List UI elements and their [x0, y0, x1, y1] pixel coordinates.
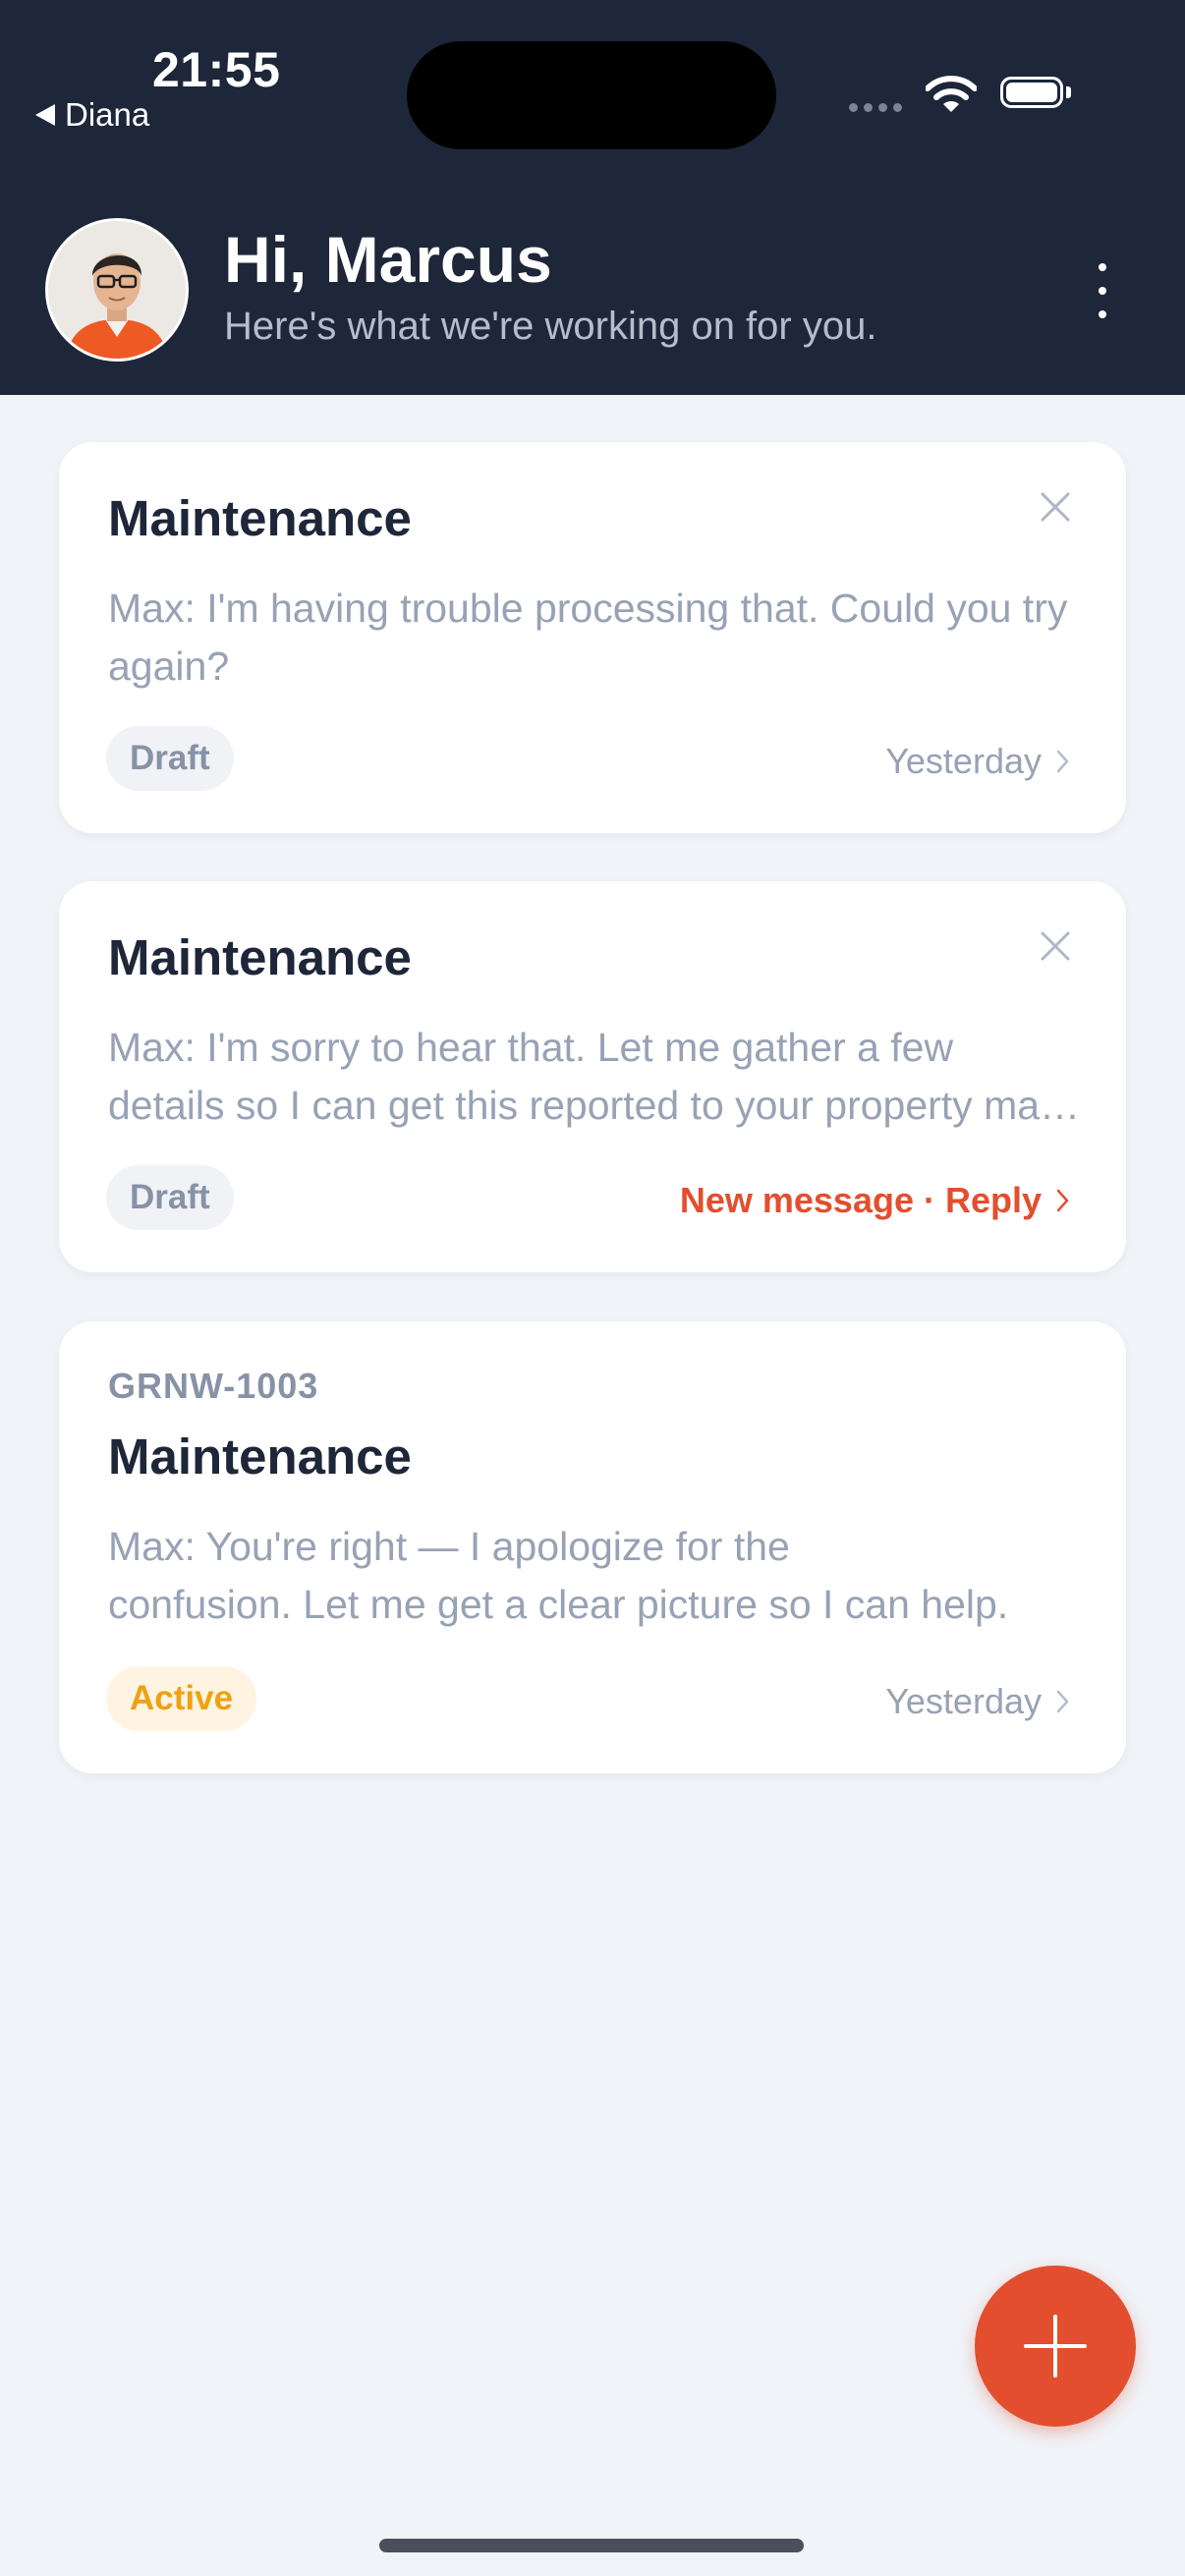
greeting-title: Hi, Marcus	[224, 223, 552, 296]
close-icon[interactable]	[1038, 928, 1073, 964]
card-message-preview: Max: You're right — I apologize for the …	[108, 1518, 1091, 1634]
card-preview-line: Max: I'm sorry to hear that. Let me gath…	[108, 1025, 954, 1070]
status-bar-time: 21:55	[152, 42, 281, 97]
user-avatar[interactable]	[45, 218, 189, 362]
request-reference: GRNW-1003	[108, 1366, 319, 1406]
card-preview-line: details so I can get this reported to yo…	[108, 1083, 1091, 1128]
request-card[interactable]: GRNW-1003 Maintenance Max: You're right …	[59, 1321, 1126, 1773]
card-meta[interactable]: Yesterday	[885, 741, 1071, 782]
card-preview-line: Max: You're right — I apologize for the	[108, 1524, 790, 1569]
chevron-right-icon	[1056, 1690, 1069, 1713]
new-message-reply-label: New message · Reply	[679, 1180, 1042, 1220]
card-timestamp: Yesterday	[885, 741, 1042, 781]
back-to-app-button[interactable]: Diana	[35, 96, 149, 134]
battery-icon	[1000, 77, 1075, 114]
home-indicator[interactable]	[379, 2539, 804, 2552]
request-card[interactable]: Maintenance Max: I'm having trouble proc…	[59, 442, 1126, 833]
status-badge: Draft	[106, 1165, 234, 1230]
card-message-preview: Max: I'm sorry to hear that. Let me gath…	[108, 1019, 1091, 1135]
card-preview-line: confusion. Let me get a clear picture so…	[108, 1582, 1009, 1627]
new-request-button[interactable]	[975, 2266, 1136, 2427]
chevron-right-icon	[1056, 750, 1069, 773]
cellular-signal-icon	[849, 103, 902, 112]
reply-link[interactable]: New message · Reply	[680, 1180, 1071, 1221]
card-title: Maintenance	[108, 490, 412, 546]
card-meta[interactable]: Yesterday	[885, 1681, 1071, 1722]
card-message-preview: Max: I'm having trouble processing that.…	[108, 586, 1068, 689]
close-icon[interactable]	[1038, 489, 1073, 525]
back-triangle-icon	[35, 104, 55, 126]
wifi-icon	[925, 75, 978, 119]
dynamic-island	[407, 41, 776, 149]
status-badge: Active	[106, 1666, 257, 1731]
back-app-label: Diana	[65, 96, 150, 133]
greeting-subtitle: Here's what we're working on for you.	[224, 305, 877, 348]
plus-icon	[1024, 2315, 1087, 2378]
status-badge: Draft	[106, 726, 234, 791]
more-vertical-icon[interactable]	[1089, 263, 1116, 318]
app-header: 21:55 Diana Hi, Marcus Here's what we're…	[0, 0, 1185, 395]
card-title: Maintenance	[108, 929, 412, 985]
chevron-right-icon	[1056, 1189, 1069, 1212]
card-title: Maintenance	[108, 1428, 412, 1484]
request-card[interactable]: Maintenance Max: I'm sorry to hear that.…	[59, 881, 1126, 1272]
card-timestamp: Yesterday	[885, 1681, 1042, 1721]
